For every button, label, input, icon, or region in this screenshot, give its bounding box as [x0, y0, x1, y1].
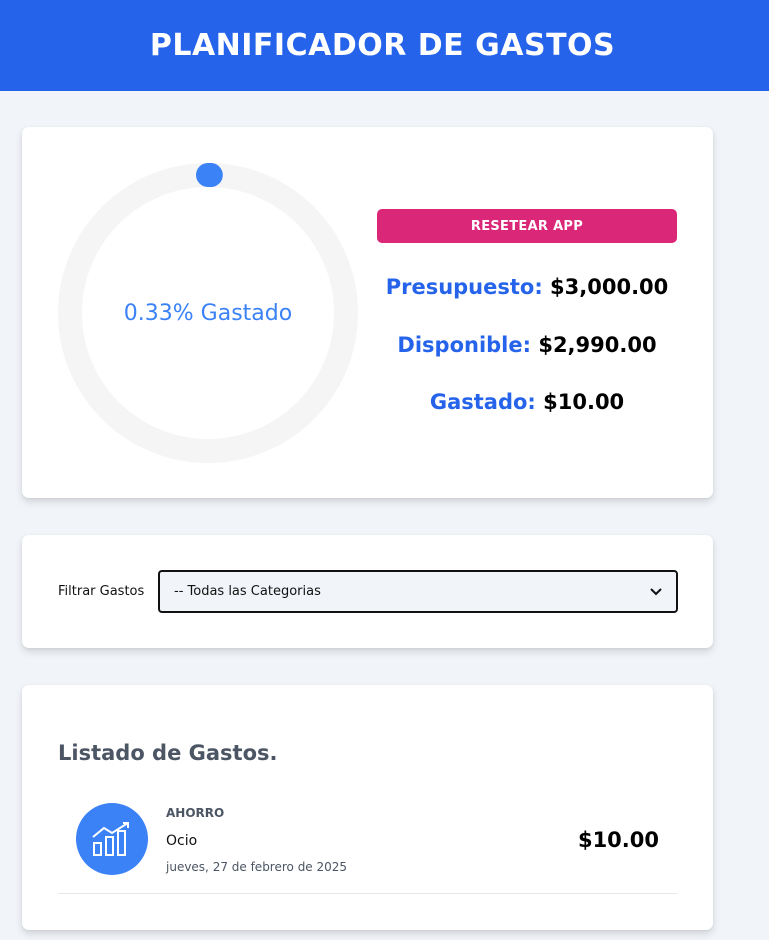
app-title: PLANIFICADOR DE GASTOS — [149, 28, 616, 63]
progress-percent-text: 0.33% Gastado — [123, 300, 293, 326]
expense-list-title: Listado de Gastos. — [58, 741, 278, 765]
chevron-down-icon — [650, 585, 662, 599]
budget-total-label: Presupuesto: — [385, 275, 543, 299]
expense-amount: $10.00 — [577, 828, 659, 852]
expense-list-card: Listado de Gastos. AHORRO Ocio jueves, 2… — [22, 685, 713, 930]
budget-available-label: Disponible: — [397, 333, 532, 357]
reset-app-button[interactable]: RESETEAR APP — [377, 209, 677, 243]
expense-category: AHORRO — [166, 806, 225, 820]
budget-progress-circle: 0.33% Gastado — [58, 163, 358, 463]
budget-spent-value: $10.00 — [543, 390, 625, 414]
budget-total-value: $3,000.00 — [550, 275, 669, 299]
budget-spent: Gastado: $10.00 — [377, 390, 677, 414]
category-filter-selected: -- Todas las Categorias — [174, 584, 321, 599]
filter-card: Filtrar Gastos -- Todas las Categorias — [22, 535, 713, 648]
expense-item[interactable]: AHORRO Ocio jueves, 27 de febrero de 202… — [58, 789, 677, 894]
budget-card: 0.33% Gastado RESETEAR APP Presupuesto: … — [22, 127, 713, 498]
savings-chart-icon — [76, 803, 148, 875]
budget-total: Presupuesto: $3,000.00 — [377, 275, 677, 299]
budget-available-value: $2,990.00 — [538, 333, 657, 357]
app-header: PLANIFICADOR DE GASTOS — [0, 0, 769, 91]
budget-available: Disponible: $2,990.00 — [377, 333, 677, 357]
filter-label: Filtrar Gastos — [58, 584, 145, 599]
expense-date: jueves, 27 de febrero de 2025 — [166, 860, 348, 874]
category-filter-select[interactable]: -- Todas las Categorias — [158, 570, 678, 613]
expense-name: Ocio — [166, 833, 198, 849]
budget-spent-label: Gastado: — [429, 390, 536, 414]
